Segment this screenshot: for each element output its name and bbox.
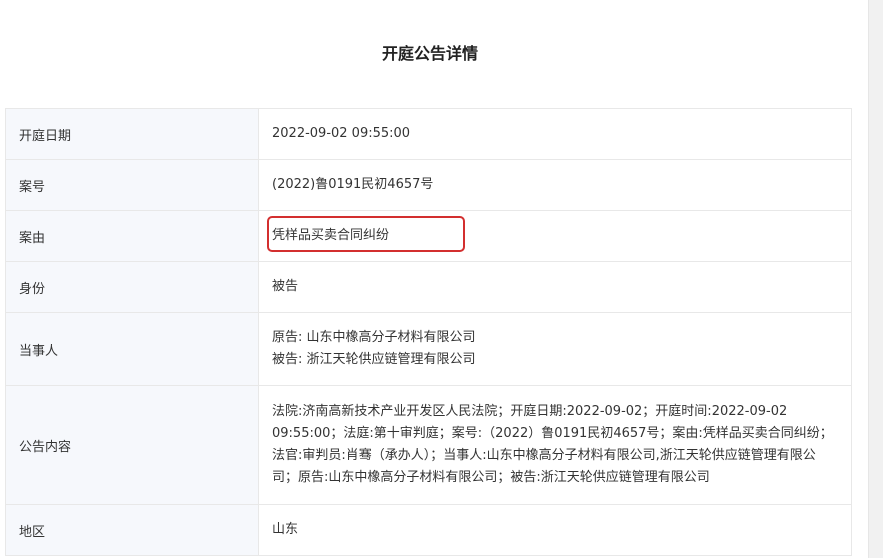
row-value: 法院:济南高新技术产业开发区人民法院；开庭日期:2022-09-02；开庭时间:…	[258, 385, 852, 505]
row-value: 被告	[258, 261, 852, 313]
row-value: 原告: 山东中橡高分子材料有限公司 被告: 浙江天轮供应链管理有限公司	[258, 312, 852, 386]
row-label: 案由	[5, 210, 259, 262]
page-title: 开庭公告详情	[381, 44, 478, 63]
row-label: 身份	[5, 261, 259, 313]
row-value: 2022-09-02 09:55:00	[258, 108, 852, 160]
row-value: 山东	[258, 504, 852, 556]
table-row-parties: 当事人 原告: 山东中橡高分子材料有限公司 被告: 浙江天轮供应链管理有限公司	[5, 312, 852, 386]
row-label: 公告内容	[5, 385, 259, 505]
detail-table: 开庭日期 2022-09-02 09:55:00 案号 (2022)鲁0191民…	[5, 108, 852, 556]
table-row-identity: 身份 被告	[5, 261, 852, 313]
plaintiff-line: 原告: 山东中橡高分子材料有限公司	[272, 330, 476, 345]
table-row-region: 地区 山东	[5, 504, 852, 556]
row-label: 当事人	[5, 312, 259, 386]
row-label: 案号	[5, 159, 259, 211]
row-label: 地区	[5, 504, 259, 556]
table-row-case-number: 案号 (2022)鲁0191民初4657号	[5, 159, 852, 211]
table-row-announcement: 公告内容 法院:济南高新技术产业开发区人民法院；开庭日期:2022-09-02；…	[5, 385, 852, 505]
row-value: (2022)鲁0191民初4657号	[258, 159, 852, 211]
row-label: 开庭日期	[5, 108, 259, 160]
table-row-hearing-date: 开庭日期 2022-09-02 09:55:00	[5, 108, 852, 160]
highlight-box	[267, 216, 465, 252]
defendant-line: 被告: 浙江天轮供应链管理有限公司	[272, 352, 476, 367]
scrollbar[interactable]	[868, 0, 883, 558]
